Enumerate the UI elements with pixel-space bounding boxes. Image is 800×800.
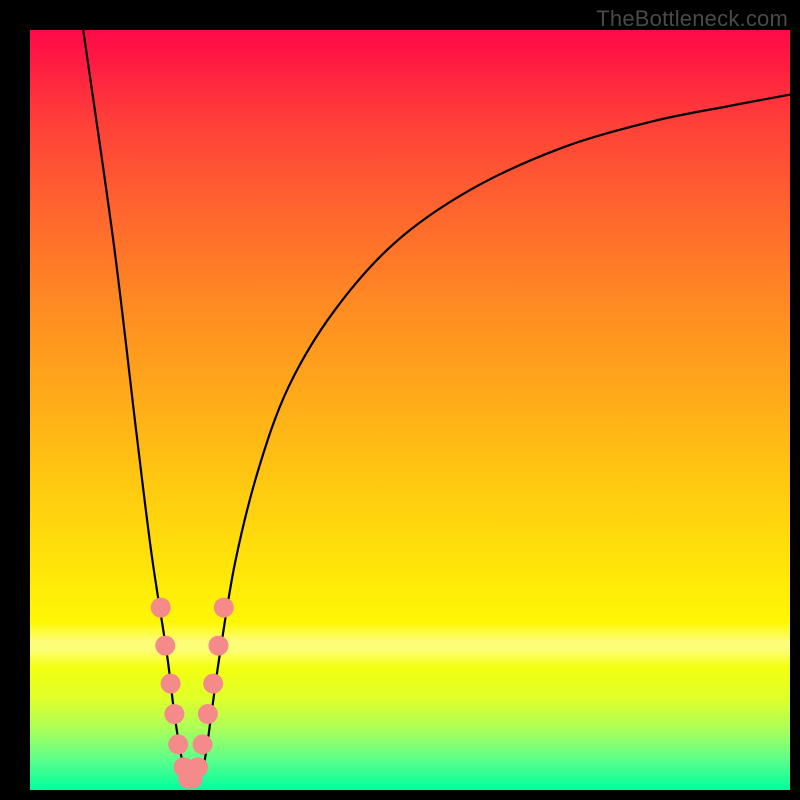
plot-area xyxy=(30,30,790,790)
marker-dot xyxy=(214,598,234,618)
marker-dot xyxy=(208,636,228,656)
marker-dot xyxy=(188,757,208,777)
marker-dot xyxy=(203,674,223,694)
marker-dot xyxy=(161,674,181,694)
curve-svg xyxy=(30,30,790,790)
marker-dot xyxy=(198,704,218,724)
chart-frame: TheBottleneck.com xyxy=(0,0,800,800)
marker-dot xyxy=(168,734,188,754)
marker-dot xyxy=(151,598,171,618)
marker-dot xyxy=(193,734,213,754)
bottleneck-curve xyxy=(83,30,790,787)
marker-dot xyxy=(164,704,184,724)
watermark-text: TheBottleneck.com xyxy=(596,6,788,32)
marker-dot xyxy=(155,636,175,656)
